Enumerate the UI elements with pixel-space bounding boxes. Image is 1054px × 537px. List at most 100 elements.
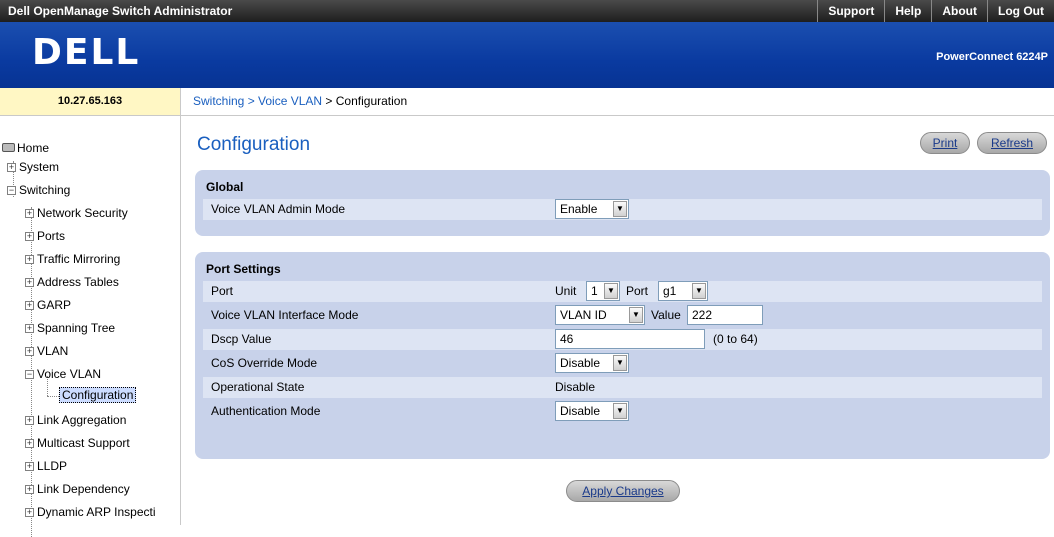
expand-icon[interactable]: + [25,462,34,471]
admin-mode-value: Enable [560,202,598,216]
help-link[interactable]: Help [884,0,931,22]
auth-row: Authentication Mode Disable ▼ [203,401,1042,422]
breadcrumb-link[interactable]: Switching > Voice VLAN [193,94,322,108]
tree-item-network-security[interactable]: + Network Security [25,206,128,220]
auth-label: Authentication Mode [211,404,321,418]
expand-icon[interactable]: + [25,416,34,425]
tree-label: Home [17,141,50,155]
chevron-down-icon: ▼ [613,403,627,419]
tree-item-system[interactable]: + System [7,160,59,174]
chevron-down-icon: ▼ [604,283,618,299]
logout-link[interactable]: Log Out [987,0,1054,22]
dscp-row: Dscp Value 46 (0 to 64) [203,329,1042,350]
tree-item-voice-vlan[interactable]: − Voice VLAN [25,367,101,381]
tree-label: Voice VLAN [37,367,102,381]
home-icon [2,143,15,152]
expand-icon[interactable]: + [25,255,34,264]
tree-item-lldp[interactable]: + LLDP [25,459,67,473]
print-button[interactable]: Print [920,132,970,154]
expand-icon[interactable]: + [25,209,34,218]
tree-item-vlan[interactable]: + VLAN [25,344,68,358]
breadcrumb-current: > Configuration [322,94,408,108]
product-name: PowerConnect 6224P [936,51,1048,63]
top-links: Support Help About Log Out [817,0,1054,22]
chevron-down-icon: ▼ [613,355,627,371]
expand-icon[interactable]: + [25,324,34,333]
cos-select[interactable]: Disable ▼ [555,353,629,373]
apply-changes-button[interactable]: Apply Changes [566,480,680,502]
app-title: Dell OpenManage Switch Administrator [8,4,233,18]
unit-select[interactable]: 1 ▼ [586,281,620,301]
tree-item-spanning-tree[interactable]: + Spanning Tree [25,321,115,335]
tree-label: VLAN [37,344,69,358]
value-text: Value [651,308,681,322]
admin-mode-row: Voice VLAN Admin Mode Enable ▼ [203,199,1042,220]
expand-icon[interactable]: + [25,485,34,494]
tree-item-dynamic-arp-inspection[interactable]: + Dynamic ARP Inspecti [25,505,175,519]
expand-icon[interactable]: + [7,163,16,172]
tree-item-garp[interactable]: + GARP [25,298,71,312]
refresh-button[interactable]: Refresh [977,132,1047,154]
tree-label: Spanning Tree [37,321,116,335]
chevron-down-icon: ▼ [629,307,643,323]
tree-label: Link Aggregation [37,413,127,427]
tree-label-selected: Configuration [59,387,137,403]
expand-icon[interactable]: + [25,232,34,241]
tree-item-link-aggregation[interactable]: + Link Aggregation [25,413,126,427]
chevron-down-icon: ▼ [692,283,706,299]
expand-icon[interactable]: + [25,347,34,356]
unit-value: 1 [591,284,598,298]
support-link[interactable]: Support [817,0,884,22]
tree-item-address-tables[interactable]: + Address Tables [25,275,119,289]
vlan-value-input[interactable]: 222 [687,305,763,325]
cos-value: Disable [560,356,601,370]
port-select[interactable]: g1 ▼ [658,281,708,301]
tree-label: Dynamic ARP Inspecti [37,505,156,519]
tree-item-voice-vlan-configuration[interactable]: Configuration [59,387,137,403]
auth-select[interactable]: Disable ▼ [555,401,629,421]
tree-item-traffic-mirroring[interactable]: + Traffic Mirroring [25,252,120,266]
dscp-input[interactable]: 46 [555,329,705,349]
tree-item-link-dependency[interactable]: + Link Dependency [25,482,130,496]
op-state-row: Operational State Disable [203,377,1042,398]
tree-item-ports[interactable]: + Ports [25,229,65,243]
tree-item-switching[interactable]: − Switching [7,183,70,197]
page-title: Configuration [197,134,311,155]
interface-mode-select[interactable]: VLAN ID ▼ [555,305,645,325]
dscp-range: (0 to 64) [713,332,758,346]
op-state-label: Operational State [211,380,305,394]
breadcrumb: Switching > Voice VLAN > Configuration [181,88,1054,116]
nav-tree: Home + System − Switching + Network Securit… [0,116,181,537]
main-content: Configuration Print Refresh Global Voice… [181,116,1054,525]
port-text: Port [626,284,649,298]
expand-icon[interactable]: + [25,278,34,287]
expand-icon[interactable]: + [25,301,34,310]
interface-mode-label: Voice VLAN Interface Mode [211,308,359,322]
global-panel: Global Voice VLAN Admin Mode Enable ▼ [195,170,1050,236]
tree-label: Multicast Support [37,436,130,450]
expand-icon[interactable]: + [25,508,34,517]
tree-item-home[interactable]: Home [2,141,49,155]
collapse-icon[interactable]: − [7,186,16,195]
tree-item-multicast-support[interactable]: + Multicast Support [25,436,130,450]
banner: DELL PowerConnect 6224P [0,22,1054,88]
about-link[interactable]: About [931,0,987,22]
port-row: Port Unit 1 ▼ Port g1 ▼ [203,281,1042,302]
unit-text: Unit [555,284,577,298]
expand-icon[interactable]: + [25,439,34,448]
interface-mode-row: Voice VLAN Interface Mode VLAN ID ▼ Valu… [203,305,1042,326]
chevron-down-icon: ▼ [613,201,627,217]
tree-line [47,396,59,397]
tree-label: LLDP [37,459,68,473]
interface-mode-value: VLAN ID [560,308,607,322]
tree-label: Address Tables [37,275,119,289]
collapse-icon[interactable]: − [25,370,34,379]
cos-row: CoS Override Mode Disable ▼ [203,353,1042,374]
tree-label: Link Dependency [37,482,130,496]
cos-label: CoS Override Mode [211,356,318,370]
tree-label: Network Security [37,206,128,220]
tree-label: Switching [19,183,71,197]
tree-label: Ports [37,229,66,243]
tree-label: GARP [37,298,72,312]
admin-mode-select[interactable]: Enable ▼ [555,199,629,219]
